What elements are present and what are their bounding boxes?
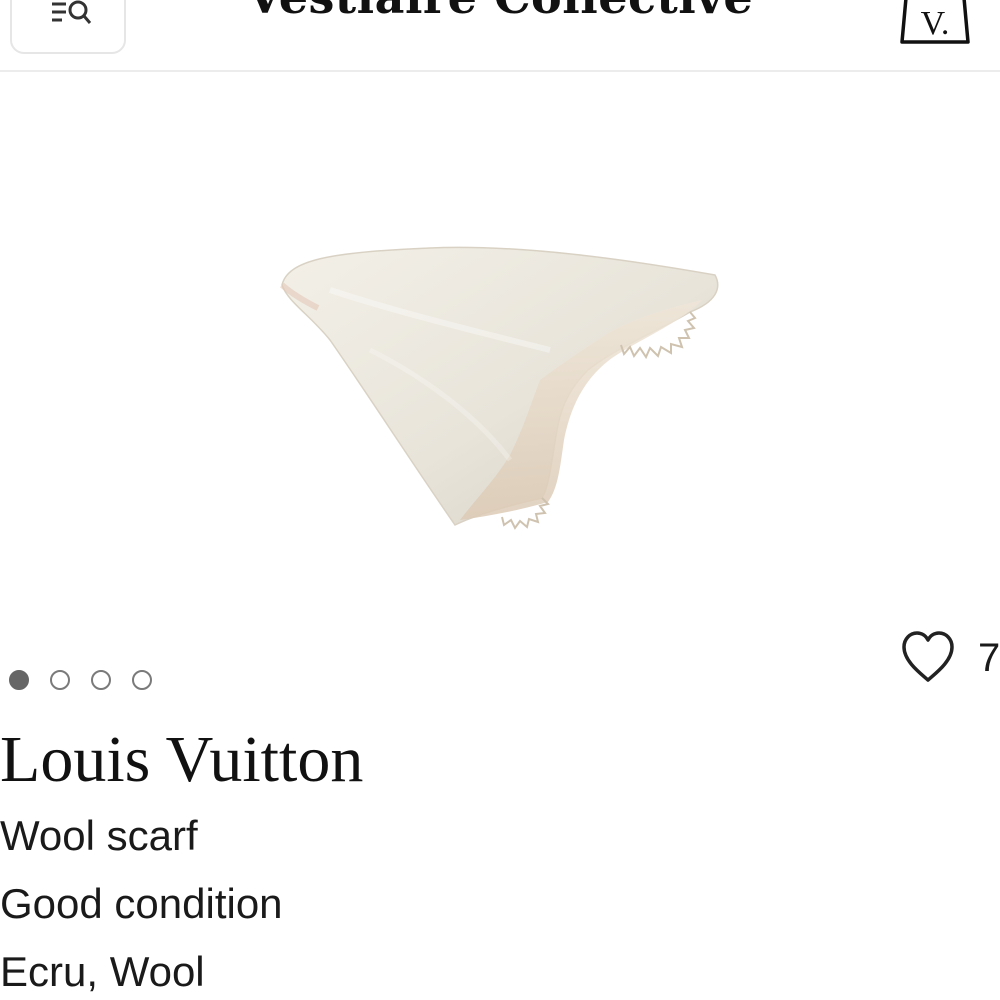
product-page: Vestiaire Collective V. xyxy=(0,0,1000,1000)
product-image[interactable] xyxy=(270,230,740,540)
carousel-dot-4[interactable] xyxy=(132,670,152,690)
favorite-button[interactable]: 7 xyxy=(898,628,1000,690)
top-header: Vestiaire Collective V. xyxy=(0,0,1000,72)
product-name: Wool scarf xyxy=(0,812,198,859)
shopping-bag-icon: V. xyxy=(900,0,970,44)
product-brand[interactable]: Louis Vuitton xyxy=(0,722,363,798)
favorite-count: 7 xyxy=(978,636,1000,680)
carousel-dot-1[interactable] xyxy=(9,670,29,690)
carousel-dot-3[interactable] xyxy=(91,670,111,690)
product-condition: Good condition xyxy=(0,880,283,927)
site-title[interactable]: Vestiaire Collective xyxy=(0,0,1000,24)
image-carousel-indicator xyxy=(9,667,152,693)
heart-icon xyxy=(902,631,954,682)
bag-logo-letter: V. xyxy=(921,5,950,42)
carousel-dot-2[interactable] xyxy=(50,670,70,690)
shopping-bag-button[interactable]: V. xyxy=(898,0,972,46)
product-material: Ecru, Wool xyxy=(0,948,205,995)
